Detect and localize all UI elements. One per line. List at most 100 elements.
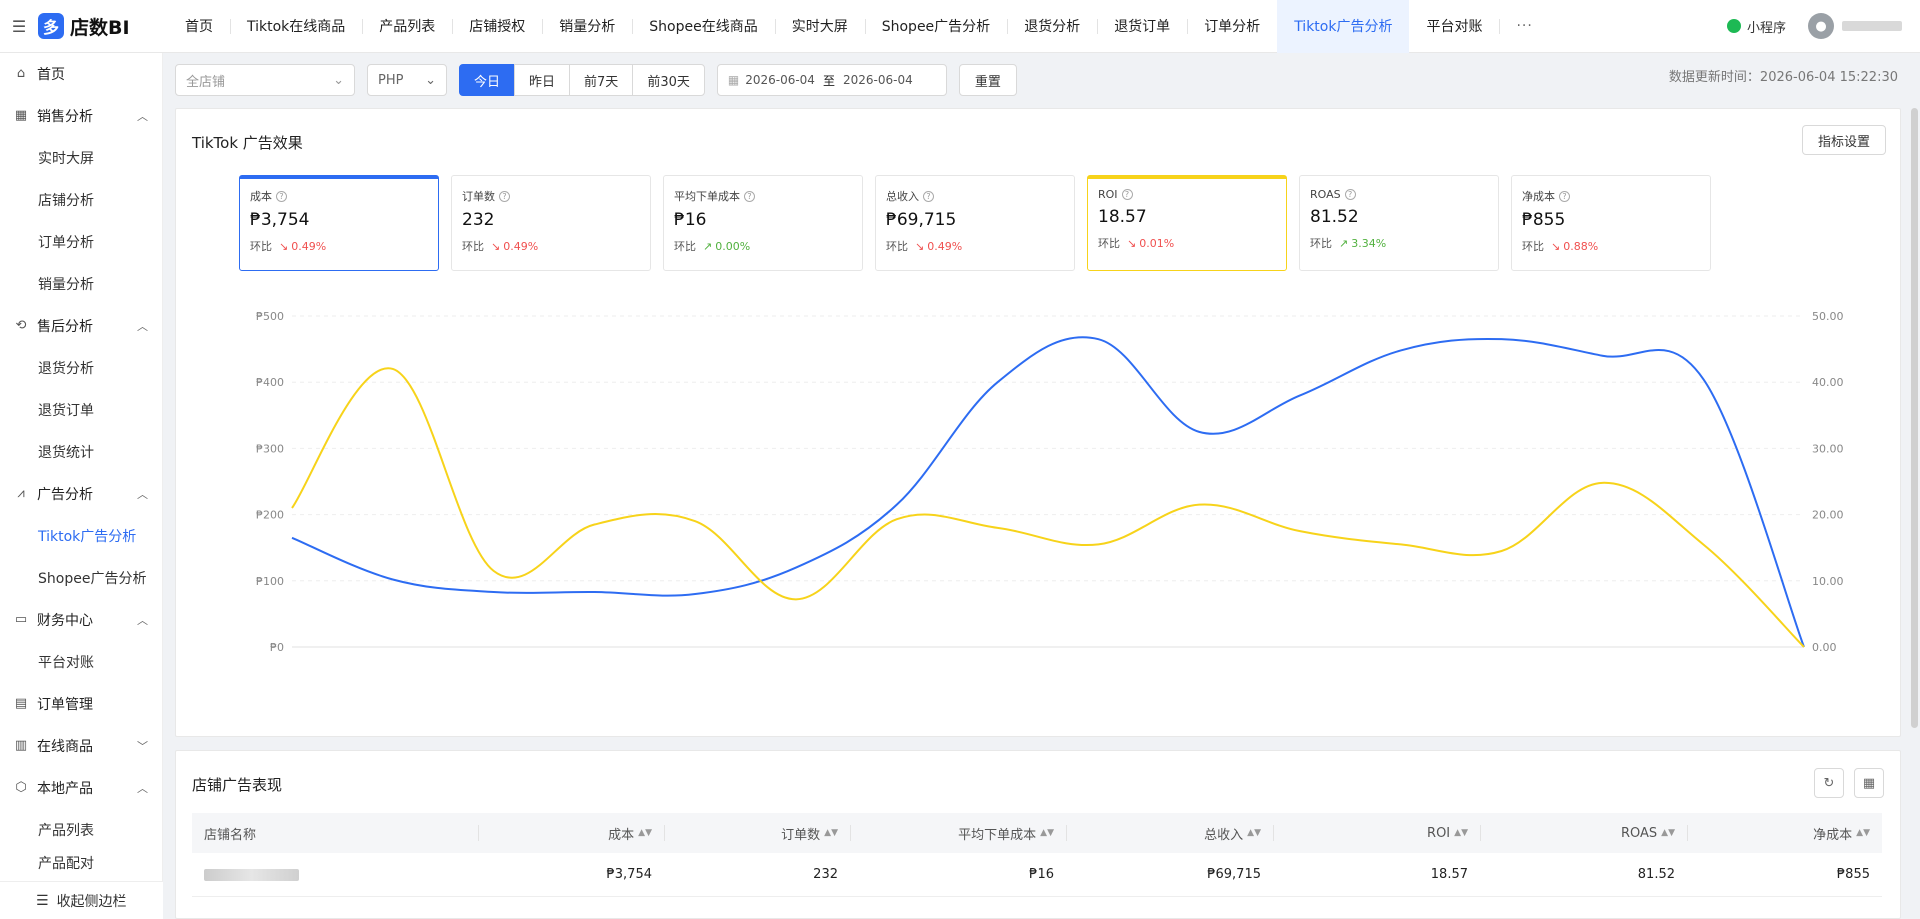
tab-product-list[interactable]: 产品列表 bbox=[362, 0, 452, 53]
currency-value: PHP bbox=[378, 72, 404, 88]
kpi-card[interactable]: ROAS? 81.52 环比 ↗ 3.34% bbox=[1299, 175, 1499, 271]
kpi-card[interactable]: 成本? ₱3,754 环比 ↘ 0.49% bbox=[239, 175, 439, 271]
sidebar-group-local-products[interactable]: ⬡ 本地产品 ︿ bbox=[0, 767, 162, 809]
kpi-change: 环比 ↘ 0.88% bbox=[1522, 238, 1700, 254]
menu-icon[interactable]: ☰ bbox=[0, 0, 38, 53]
sidebar-item-product-list[interactable]: 产品列表 bbox=[0, 809, 162, 851]
tab-store-auth[interactable]: 店铺授权 bbox=[452, 0, 542, 53]
help-icon[interactable]: ? bbox=[1559, 190, 1570, 202]
date-start[interactable]: 2026-06-04 bbox=[745, 73, 815, 87]
tab-tiktok-products[interactable]: Tiktok在线商品 bbox=[230, 0, 362, 53]
sidebar-group-ads[interactable]: ⩘ 广告分析 ︿ bbox=[0, 473, 162, 515]
kpi-change-value: 0.49% bbox=[503, 239, 539, 253]
sidebar-item-reconciliation[interactable]: 平台对账 bbox=[0, 641, 162, 683]
tab-sales-analysis[interactable]: 销量分析 bbox=[542, 0, 632, 53]
period-yesterday-button[interactable]: 昨日 bbox=[514, 64, 571, 96]
help-icon[interactable]: ? bbox=[499, 190, 510, 202]
currency-select[interactable]: PHP ⌄ bbox=[367, 64, 447, 96]
col-orders[interactable]: 订单数 ▲▼ bbox=[664, 813, 850, 853]
left-tick-label: ₱100 bbox=[256, 575, 284, 588]
tab-return-orders[interactable]: 退货订单 bbox=[1097, 0, 1187, 53]
col-net-cost[interactable]: 净成本 ▲▼ bbox=[1687, 813, 1882, 853]
sort-icon[interactable]: ▲▼ bbox=[1454, 828, 1468, 838]
col-cost[interactable]: 成本 ▲▼ bbox=[478, 813, 664, 853]
sidebar-group-finance[interactable]: ▭ 财务中心 ︿ bbox=[0, 599, 162, 641]
table-row[interactable]: ₱3,754 232 ₱16 ₱69,715 18.57 81.52 ₱855 bbox=[192, 853, 1882, 897]
calendar-icon: ▦ bbox=[727, 73, 740, 87]
period-today-button[interactable]: 今日 bbox=[459, 64, 516, 96]
tab-reconciliation[interactable]: 平台对账 bbox=[1409, 0, 1499, 53]
kpi-card[interactable]: 订单数? 232 环比 ↘ 0.49% bbox=[451, 175, 651, 271]
help-icon[interactable]: ? bbox=[276, 190, 287, 202]
tab-live-dashboard[interactable]: 实时大屏 bbox=[774, 0, 865, 53]
tab-tiktok-ads[interactable]: Tiktok广告分析 bbox=[1277, 0, 1410, 53]
sidebar-item-live-dashboard[interactable]: 实时大屏 bbox=[0, 137, 162, 179]
username[interactable] bbox=[1842, 21, 1902, 31]
tab-shopee-products[interactable]: Shopee在线商品 bbox=[632, 0, 774, 53]
date-end[interactable]: 2026-06-04 bbox=[843, 73, 913, 87]
sort-icon[interactable]: ▲▼ bbox=[1040, 828, 1054, 838]
filter-bar: 全店铺 ⌄ PHP ⌄ 今日 昨日 前7天 前30天 ▦ 2026-06-04 … bbox=[175, 64, 1017, 96]
sidebar-group-online-products[interactable]: ▥ 在线商品 ﹀ bbox=[0, 725, 162, 767]
date-range-picker[interactable]: ▦ 2026-06-04 至 2026-06-04 bbox=[716, 64, 947, 96]
refresh-icon[interactable]: ↻ bbox=[1814, 768, 1844, 798]
sidebar-group-sales[interactable]: ▦ 销售分析 ︿ bbox=[0, 95, 162, 137]
kpi-label: ROI? bbox=[1098, 188, 1276, 201]
metric-settings-button[interactable]: 指标设置 bbox=[1801, 125, 1886, 155]
help-icon[interactable]: ? bbox=[744, 190, 755, 202]
sort-icon[interactable]: ▲▼ bbox=[1856, 828, 1870, 838]
reset-button[interactable]: 重置 bbox=[958, 64, 1017, 96]
top-bar: ☰ 多 店数BI 首页 Tiktok在线商品 产品列表 店铺授权 销量分析 Sh… bbox=[0, 0, 1920, 53]
help-icon[interactable]: ? bbox=[923, 190, 934, 202]
logo[interactable]: 多 店数BI bbox=[38, 0, 168, 53]
sort-icon[interactable]: ▲▼ bbox=[1247, 828, 1261, 838]
page-scrollbar[interactable] bbox=[1911, 108, 1918, 728]
period-30days-button[interactable]: 前30天 bbox=[632, 64, 705, 96]
tab-returns-analysis[interactable]: 退货分析 bbox=[1007, 0, 1097, 53]
store-select[interactable]: 全店铺 ⌄ bbox=[175, 64, 355, 96]
tab-order-analysis[interactable]: 订单分析 bbox=[1187, 0, 1277, 53]
kpi-card[interactable]: 平均下单成本? ₱16 环比 ↗ 0.00% bbox=[663, 175, 863, 271]
collapse-sidebar-button[interactable]: ☰ 收起侧边栏 bbox=[0, 881, 163, 919]
right-tick-label: 0.00 bbox=[1812, 641, 1837, 654]
kpi-card[interactable]: 总收入? ₱69,715 环比 ↘ 0.49% bbox=[875, 175, 1075, 271]
columns-icon[interactable]: ▦ bbox=[1854, 768, 1884, 798]
help-icon[interactable]: ? bbox=[1344, 189, 1356, 200]
kpi-card[interactable]: ROI? 18.57 环比 ↘ 0.01% bbox=[1087, 175, 1287, 271]
return-icon: ⟲ bbox=[15, 318, 27, 333]
sidebar-item-sales-analysis[interactable]: 销量分析 bbox=[0, 263, 162, 305]
sidebar-item-tiktok-ads[interactable]: Tiktok广告分析 bbox=[0, 515, 162, 557]
cell-orders: 232 bbox=[813, 867, 838, 882]
tab-shopee-ads[interactable]: Shopee广告分析 bbox=[864, 0, 1007, 53]
period-7days-button[interactable]: 前7天 bbox=[569, 64, 634, 96]
avatar[interactable]: ● bbox=[1808, 13, 1834, 39]
sidebar-item-returns-analysis[interactable]: 退货分析 bbox=[0, 347, 162, 389]
kpi-card[interactable]: 净成本? ₱855 环比 ↘ 0.88% bbox=[1511, 175, 1711, 271]
col-roas[interactable]: ROAS ▲▼ bbox=[1480, 813, 1687, 853]
sidebar-item-product-pairing[interactable]: 产品配对 bbox=[0, 851, 162, 873]
sidebar-item-shopee-ads[interactable]: Shopee广告分析 bbox=[0, 557, 162, 599]
sidebar-item-return-stats[interactable]: 退货统计 bbox=[0, 431, 162, 473]
help-icon[interactable]: ? bbox=[1121, 189, 1133, 200]
sidebar-item-order-analysis[interactable]: 订单分析 bbox=[0, 221, 162, 263]
right-tick-label: 40.00 bbox=[1812, 376, 1844, 389]
kpi-change: 环比 ↘ 0.49% bbox=[250, 238, 428, 254]
sidebar-item-return-orders[interactable]: 退货订单 bbox=[0, 389, 162, 431]
trend-down-icon: ↘ bbox=[491, 239, 501, 253]
tab-home[interactable]: 首页 bbox=[168, 0, 230, 53]
kpi-label-text: 成本 bbox=[250, 190, 272, 203]
cell-revenue: ₱69,715 bbox=[1207, 867, 1261, 882]
col-roi[interactable]: ROI ▲▼ bbox=[1273, 813, 1480, 853]
sort-icon[interactable]: ▲▼ bbox=[824, 828, 838, 838]
sidebar-item-home[interactable]: ⌂ 首页 bbox=[0, 53, 162, 95]
sidebar-item-order-management[interactable]: ▤ 订单管理 bbox=[0, 683, 162, 725]
col-avg-cost[interactable]: 平均下单成本 ▲▼ bbox=[850, 813, 1066, 853]
mini-program-button[interactable]: 小程序 bbox=[1726, 17, 1786, 36]
col-revenue[interactable]: 总收入 ▲▼ bbox=[1066, 813, 1273, 853]
sidebar-group-after-sales[interactable]: ⟲ 售后分析 ︿ bbox=[0, 305, 162, 347]
sort-icon[interactable]: ▲▼ bbox=[638, 828, 652, 838]
sort-icon[interactable]: ▲▼ bbox=[1661, 828, 1675, 838]
more-tabs-button[interactable]: ··· bbox=[1499, 0, 1549, 53]
sidebar-item-store-analysis[interactable]: 店铺分析 bbox=[0, 179, 162, 221]
cell-store-name bbox=[192, 853, 478, 896]
